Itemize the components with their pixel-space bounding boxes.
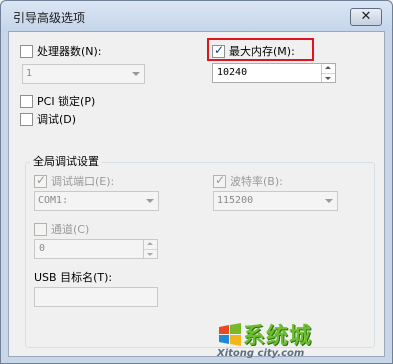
debug-port-select: COM1:	[34, 191, 159, 211]
debug-port-label: 调试端口(E):	[51, 175, 115, 188]
max-memory-label: 最大内存(M):	[229, 45, 295, 58]
spin-up-icon	[144, 240, 157, 249]
debug-port-checkbox: ✓ 调试端口(E):	[34, 173, 114, 189]
dialog-window: 引导高级选项 ✕ 处理器数(N): 1 ✓ 最大内存(M): 10240 PCI…	[0, 0, 393, 364]
processor-count-box[interactable]	[20, 44, 33, 58]
checkmark-icon: ✓	[214, 42, 225, 57]
global-debug-title: 全局调试设置	[30, 153, 102, 169]
channel-checkbox: 通道(C)	[34, 221, 89, 237]
channel-spinner: 0	[34, 239, 158, 259]
baud-rate-box: ✓	[213, 172, 226, 188]
close-button[interactable]: ✕	[350, 8, 382, 26]
spin-down-icon[interactable]	[322, 73, 335, 82]
usb-target-input	[34, 287, 158, 307]
baud-rate-value: 115200	[217, 195, 254, 206]
max-memory-value: 10240	[217, 67, 248, 78]
max-memory-spinner[interactable]: 10240	[212, 63, 336, 83]
pci-lock-label: PCI 锁定(P)	[37, 95, 96, 108]
pci-lock-box[interactable]	[20, 94, 33, 108]
debug-box[interactable]	[20, 112, 33, 126]
watermark-subtext: Xitong city.com	[217, 348, 305, 359]
watermark-text: 系统城	[243, 324, 313, 349]
processor-count-label: 处理器数(N):	[37, 45, 102, 58]
processor-count-value: 1	[26, 68, 33, 79]
chevron-down-icon	[146, 199, 154, 203]
spin-up-icon[interactable]	[322, 64, 335, 73]
channel-spin-buttons	[143, 240, 157, 258]
usb-target-label: USB 目标名(T):	[34, 271, 113, 284]
baud-rate-select: 115200	[213, 191, 338, 211]
title-bar[interactable]: 引导高级选项 ✕	[1, 1, 392, 31]
checkmark-icon: ✓	[215, 172, 226, 187]
processor-count-select[interactable]: 1	[22, 64, 145, 84]
debug-label: 调试(D)	[37, 113, 77, 126]
dialog-body: 处理器数(N): 1 ✓ 最大内存(M): 10240 PCI 锁定(P) 调试…	[8, 31, 385, 359]
max-memory-spin-buttons[interactable]	[321, 64, 335, 82]
window-title: 引导高级选项	[13, 11, 86, 25]
spin-down-icon	[144, 249, 157, 258]
windows-logo-icon	[219, 323, 241, 346]
baud-rate-checkbox: ✓ 波特率(B):	[213, 173, 283, 189]
max-memory-checkbox[interactable]: ✓ 最大内存(M):	[212, 43, 295, 59]
chevron-down-icon	[325, 199, 333, 203]
debug-checkbox[interactable]: 调试(D)	[20, 111, 76, 127]
channel-box	[34, 222, 47, 236]
checkmark-icon: ✓	[36, 172, 47, 187]
baud-rate-label: 波特率(B):	[230, 175, 283, 188]
channel-value: 0	[39, 243, 46, 254]
max-memory-box[interactable]: ✓	[212, 42, 225, 58]
pci-lock-checkbox[interactable]: PCI 锁定(P)	[20, 93, 95, 109]
debug-port-box: ✓	[34, 172, 47, 188]
channel-label: 通道(C)	[51, 223, 90, 236]
processor-count-checkbox[interactable]: 处理器数(N):	[20, 43, 102, 59]
chevron-down-icon	[132, 72, 140, 76]
debug-port-value: COM1:	[38, 195, 69, 206]
